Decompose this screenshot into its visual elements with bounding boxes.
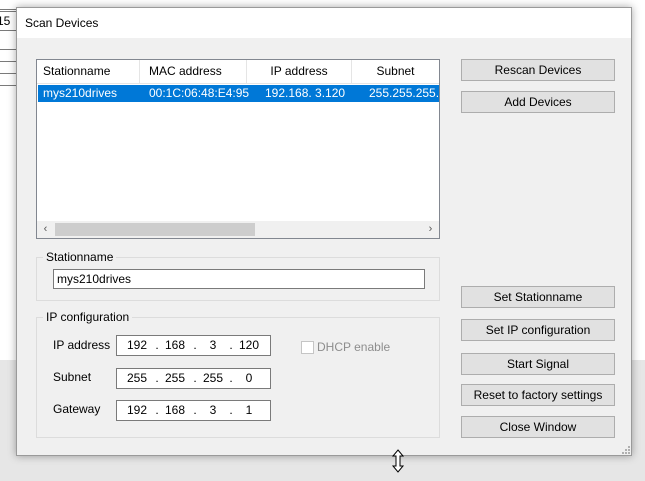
ip-octet-3[interactable]: 3 xyxy=(199,336,227,355)
dhcp-enable-checkbox[interactable] xyxy=(301,341,314,354)
device-list[interactable]: Stationname MAC address IP address Subne… xyxy=(36,59,440,239)
subnet-input[interactable]: 255 . 255 . 255 . 0 xyxy=(116,368,271,389)
rescan-devices-button[interactable]: Rescan Devices xyxy=(461,59,615,81)
device-row-selected[interactable]: mys210drives 00:1C:06:48:E4:95 192.168. … xyxy=(38,85,439,102)
ip-address-label: IP address xyxy=(53,338,111,352)
gateway-octet-1[interactable]: 192 xyxy=(123,401,151,420)
ip-configuration-group: IP configuration IP address 192 . 168 . … xyxy=(36,310,440,438)
scan-devices-dialog: Scan Devices Stationname MAC address IP … xyxy=(16,7,632,456)
subnet-octet-4[interactable]: 0 xyxy=(235,369,263,388)
ip-dot: . xyxy=(229,403,233,417)
ip-dot: . xyxy=(155,338,159,352)
ip-dot: . xyxy=(193,371,197,385)
set-stationname-button[interactable]: Set Stationname xyxy=(461,286,615,308)
device-list-header: Stationname MAC address IP address Subne… xyxy=(37,60,439,84)
gateway-input[interactable]: 192 . 168 . 3 . 1 xyxy=(116,400,271,421)
stationname-group: Stationname mys210drives xyxy=(36,250,440,301)
stationname-group-caption: Stationname xyxy=(43,250,117,264)
close-window-button[interactable]: Close Window xyxy=(461,416,615,438)
gateway-octet-4[interactable]: 1 xyxy=(235,401,263,420)
subnet-octet-2[interactable]: 255 xyxy=(161,369,189,388)
ip-octet-2[interactable]: 168 xyxy=(161,336,189,355)
subnet-octet-1[interactable]: 255 xyxy=(123,369,151,388)
column-header-subnet[interactable]: Subnet xyxy=(352,60,439,83)
ip-address-input[interactable]: 192 . 168 . 3 . 120 xyxy=(116,335,271,356)
cell-mac: 00:1C:06:48:E4:95 xyxy=(149,86,250,100)
ip-dot: . xyxy=(229,371,233,385)
ip-dot: . xyxy=(155,371,159,385)
cell-subnet: 255.255.255. 0 xyxy=(369,86,439,100)
add-devices-button[interactable]: Add Devices xyxy=(461,91,615,113)
dhcp-enable-label: DHCP enable xyxy=(317,340,391,354)
ip-configuration-caption: IP configuration xyxy=(43,310,133,324)
cell-stationname: mys210drives xyxy=(43,86,118,100)
subnet-label: Subnet xyxy=(53,370,92,384)
column-header-ip[interactable]: IP address xyxy=(247,60,352,83)
dialog-titlebar[interactable]: Scan Devices xyxy=(17,8,631,38)
stationname-input[interactable]: mys210drives xyxy=(53,269,425,289)
ip-octet-1[interactable]: 192 xyxy=(123,336,151,355)
ip-dot: . xyxy=(155,403,159,417)
column-header-mac[interactable]: MAC address xyxy=(140,60,247,83)
start-signal-button[interactable]: Start Signal xyxy=(461,353,615,375)
dialog-title: Scan Devices xyxy=(25,16,99,30)
resize-grip-icon[interactable] xyxy=(620,444,630,454)
set-ip-configuration-button[interactable]: Set IP configuration xyxy=(461,319,615,341)
reset-factory-settings-button[interactable]: Reset to factory settings xyxy=(461,384,615,406)
ip-dot: . xyxy=(229,338,233,352)
vertical-resize-cursor-icon xyxy=(391,449,405,473)
gateway-octet-3[interactable]: 3 xyxy=(199,401,227,420)
scrollbar-thumb[interactable] xyxy=(55,223,255,236)
gateway-label: Gateway xyxy=(53,402,101,416)
subnet-octet-3[interactable]: 255 xyxy=(199,369,227,388)
ip-dot: . xyxy=(193,338,197,352)
gateway-octet-2[interactable]: 168 xyxy=(161,401,189,420)
cell-ip: 192.168. 3.120 xyxy=(265,86,346,100)
ip-octet-4[interactable]: 120 xyxy=(235,336,263,355)
ip-dot: . xyxy=(193,403,197,417)
scroll-right-icon[interactable]: › xyxy=(422,221,439,238)
horizontal-scrollbar[interactable]: ‹ › xyxy=(37,221,439,238)
column-header-stationname[interactable]: Stationname xyxy=(37,60,140,83)
scroll-left-icon[interactable]: ‹ xyxy=(37,221,54,238)
